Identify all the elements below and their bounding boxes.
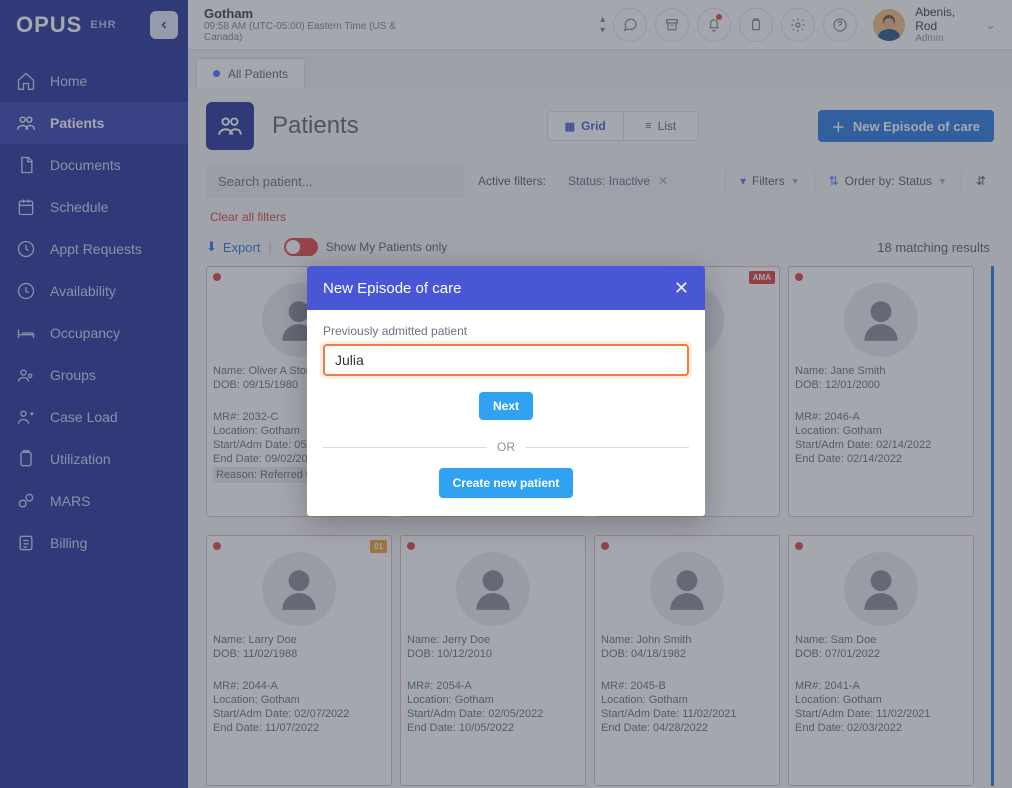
create-patient-button[interactable]: Create new patient — [439, 468, 574, 498]
modal-close-button[interactable]: ✕ — [674, 278, 689, 299]
next-button[interactable]: Next — [479, 392, 533, 420]
new-episode-modal: New Episode of care ✕ Previously admitte… — [307, 266, 705, 516]
modal-header: New Episode of care ✕ — [307, 266, 705, 310]
prev-admitted-label: Previously admitted patient — [323, 324, 689, 338]
prev-admitted-input[interactable] — [323, 344, 689, 376]
or-divider: OR — [497, 440, 515, 454]
modal-title: New Episode of care — [323, 280, 461, 297]
